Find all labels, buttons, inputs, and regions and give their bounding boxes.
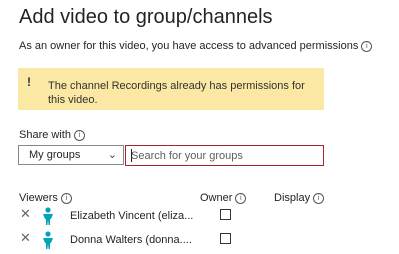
warning-message: The channel Recordings already has permi…	[48, 80, 305, 106]
owner-header-label: Owner	[200, 192, 233, 204]
chevron-down-icon: ⌄	[107, 148, 117, 161]
person-icon	[43, 231, 53, 249]
viewers-column-header: Viewers i	[19, 192, 72, 204]
display-header-label: Display	[274, 192, 311, 204]
text-cursor	[131, 149, 132, 162]
display-column-header: Display i	[274, 192, 325, 204]
remove-icon[interactable]: ✕	[20, 231, 31, 246]
info-icon[interactable]: i	[235, 193, 247, 204]
table-row: ✕ Donna Walters (donna....	[18, 231, 378, 253]
share-with-text: Share with	[19, 129, 71, 141]
group-search-field[interactable]	[125, 145, 324, 166]
info-icon[interactable]: i	[60, 193, 72, 204]
dropdown-value: My groups	[29, 149, 81, 161]
permissions-description: As an owner for this video, you have acc…	[19, 40, 373, 52]
page-title: Add video to group/channels	[19, 6, 273, 28]
share-with-dropdown[interactable]: My groups ⌄	[18, 145, 124, 165]
owner-column-header: Owner i	[200, 192, 247, 204]
viewer-name: Donna Walters (donna....	[70, 234, 192, 246]
share-with-label: Share with i	[19, 129, 85, 141]
group-search-input[interactable]	[131, 147, 316, 165]
description-text: As an owner for this video, you have acc…	[19, 40, 359, 52]
info-icon[interactable]: i	[361, 41, 373, 52]
owner-checkbox[interactable]	[220, 209, 231, 220]
info-icon[interactable]: i	[313, 193, 325, 204]
remove-icon[interactable]: ✕	[20, 207, 31, 222]
warning-banner: ! The channel Recordings already has per…	[18, 68, 324, 110]
viewers-header-label: Viewers	[19, 192, 58, 204]
person-icon	[43, 207, 53, 225]
table-row: ✕ Elizabeth Vincent (eliza...	[18, 207, 378, 229]
info-icon[interactable]: i	[73, 130, 85, 141]
warning-icon: !	[27, 75, 31, 89]
owner-checkbox[interactable]	[220, 233, 231, 244]
viewer-name: Elizabeth Vincent (eliza...	[70, 210, 194, 222]
